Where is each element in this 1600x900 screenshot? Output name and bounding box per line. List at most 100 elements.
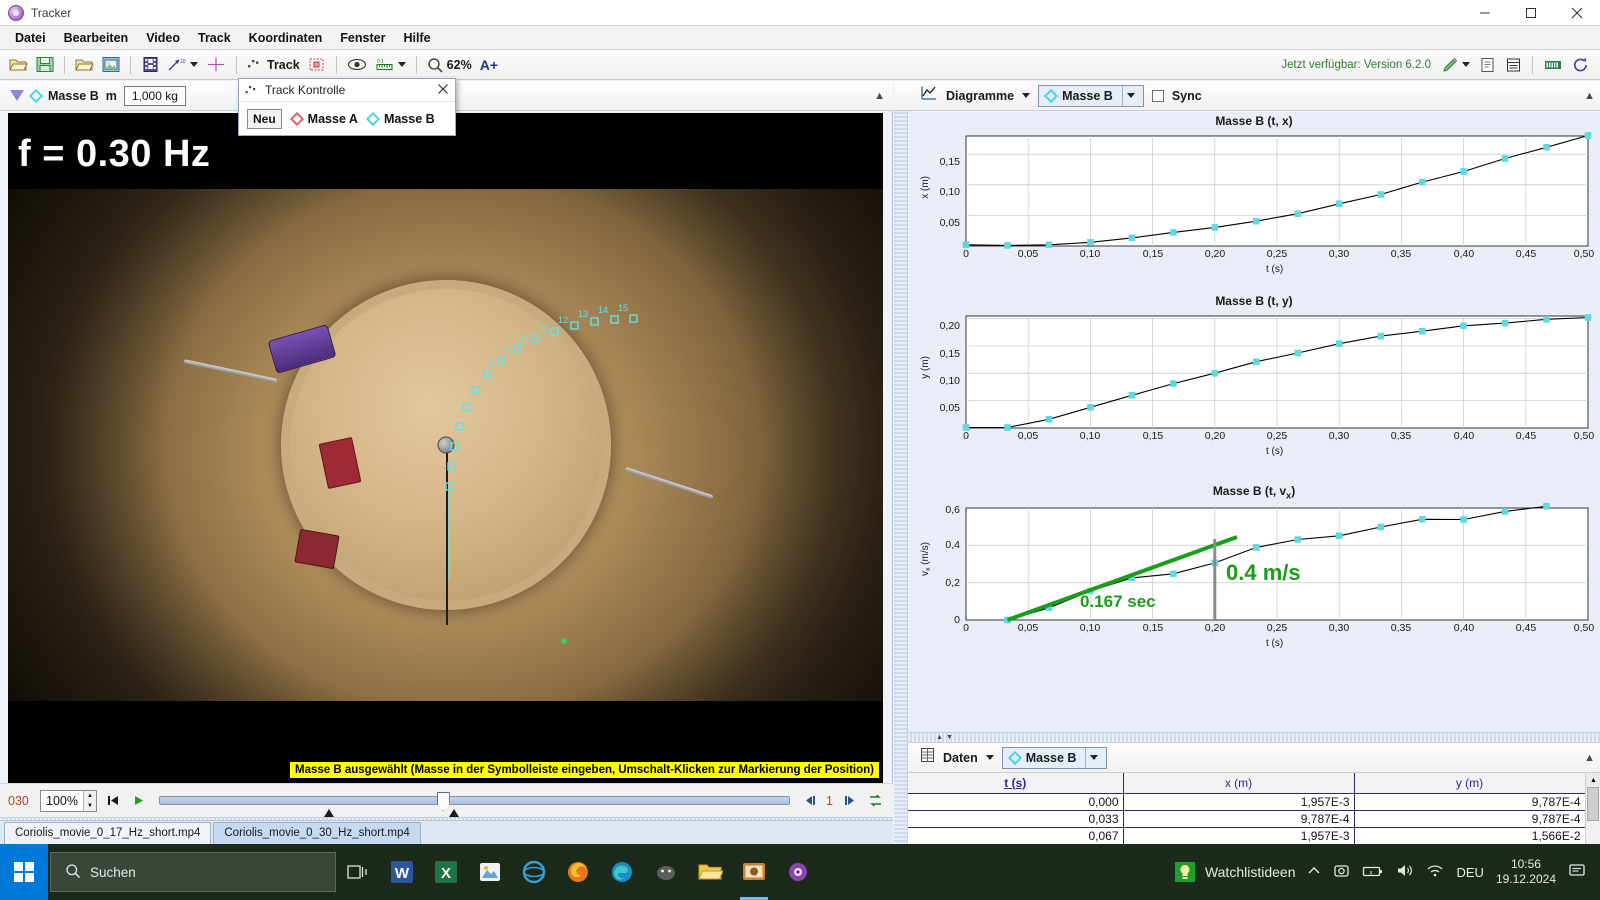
- visibility-icon[interactable]: [344, 53, 370, 77]
- tray-app-watchlistideen[interactable]: Watchlistideen: [1174, 861, 1295, 883]
- battery-icon[interactable]: x: [1362, 864, 1384, 881]
- plot-panel-collapse-icon[interactable]: ▲: [1584, 90, 1595, 102]
- scrub-slider-thumb[interactable]: [436, 792, 450, 811]
- scroll-up-icon[interactable]: ▲: [1586, 773, 1600, 787]
- windows-start-icon[interactable]: [0, 844, 48, 900]
- notes-icon[interactable]: [1475, 53, 1499, 77]
- chevron-down-icon[interactable]: [397, 62, 406, 67]
- refresh-icon[interactable]: [1568, 53, 1592, 77]
- column-header-x[interactable]: x (m): [1123, 773, 1355, 794]
- daten-chevron-down-icon[interactable]: [985, 755, 994, 760]
- right-panel-splitter-rail[interactable]: ◀ ▶: [894, 81, 908, 844]
- menu-video[interactable]: Video: [137, 28, 189, 48]
- close-icon[interactable]: [1554, 0, 1600, 26]
- ie-icon[interactable]: [512, 844, 556, 900]
- file-tab-2[interactable]: Coriolis_movie_0_30_Hz_short.mp4: [213, 822, 421, 844]
- table-row[interactable]: 0,067 1,957E-3 1,566E-2: [908, 827, 1586, 845]
- diagramme-menu-label[interactable]: Diagramme: [946, 89, 1014, 103]
- data-panel-splitter[interactable]: ▲ ▼: [908, 732, 1600, 743]
- step-forward-icon[interactable]: [839, 790, 859, 812]
- pencil-icon[interactable]: [1439, 53, 1473, 77]
- minimize-icon[interactable]: [1462, 0, 1508, 26]
- excel-icon[interactable]: X: [424, 844, 468, 900]
- plot-t-x[interactable]: Masse B (t, x) x (m) 0,05 0,10 0,15 0 0,…: [908, 112, 1600, 292]
- step-size-label[interactable]: 1: [826, 794, 833, 808]
- unknown-app-icon[interactable]: [644, 844, 688, 900]
- vector-icon[interactable]: 10: [164, 53, 201, 77]
- column-header-y[interactable]: y (m): [1354, 773, 1586, 794]
- maximize-icon[interactable]: [1508, 0, 1554, 26]
- video-zoom-stepper[interactable]: 100% ▲ ▼: [40, 789, 97, 812]
- zoom-control[interactable]: 62%: [424, 53, 475, 77]
- language-indicator[interactable]: DEU: [1456, 865, 1483, 880]
- paint-icon[interactable]: [468, 844, 512, 900]
- data-track-chevron-down-icon[interactable]: [1085, 747, 1102, 768]
- ruler-icon[interactable]: 0 1: [372, 53, 409, 77]
- plot-t-y[interactable]: Masse B (t, y) y (m) 0,05 0,10 0,15 0,20…: [908, 292, 1600, 482]
- chevron-down-icon[interactable]: [1462, 62, 1470, 67]
- column-header-t[interactable]: t (s): [908, 773, 1124, 794]
- data-track-selector[interactable]: Masse B: [1001, 746, 1108, 769]
- menu-bearbeiten[interactable]: Bearbeiten: [55, 28, 138, 48]
- video-scrub-slider[interactable]: [158, 792, 791, 817]
- loop-icon[interactable]: [865, 790, 885, 812]
- video-viewport[interactable]: f = 0.30 Hz 8 9 10 11 12 13 14 15: [8, 113, 883, 783]
- scrollbar-thumb[interactable]: [1587, 787, 1599, 821]
- word-icon[interactable]: W: [380, 844, 424, 900]
- daten-menu-label[interactable]: Daten: [943, 751, 978, 765]
- data-splitter-down-icon[interactable]: ▼: [946, 734, 953, 741]
- open-video-icon[interactable]: [72, 53, 97, 77]
- open-folder-icon[interactable]: [6, 53, 31, 77]
- menu-fenster[interactable]: Fenster: [331, 28, 394, 48]
- plot-t-vx[interactable]: Masse B (t, vx) a = 2.40 m/s² vx (m/s): [908, 482, 1600, 672]
- media-app-icon[interactable]: [776, 844, 820, 900]
- edge-icon[interactable]: [600, 844, 644, 900]
- file-explorer-icon[interactable]: [688, 844, 732, 900]
- sync-checkbox[interactable]: [1151, 89, 1164, 102]
- play-icon[interactable]: [129, 790, 149, 812]
- chevron-down-icon[interactable]: [190, 62, 198, 67]
- taskbar-clock[interactable]: 10:56 19.12.2024: [1496, 857, 1556, 887]
- file-tab-1[interactable]: Coriolis_movie_0_17_Hz_short.mp4: [4, 822, 212, 844]
- step-back-icon[interactable]: [800, 790, 820, 812]
- volume-icon[interactable]: [1396, 863, 1414, 881]
- new-track-button[interactable]: Neu: [247, 108, 282, 129]
- track-item-masse-b[interactable]: Masse B: [365, 111, 435, 126]
- memory-icon[interactable]: [1540, 53, 1566, 77]
- video-zoom-spin-arrows[interactable]: ▲ ▼: [82, 790, 96, 811]
- spin-up-icon[interactable]: ▲: [83, 790, 96, 801]
- menu-koordinaten[interactable]: Koordinaten: [240, 28, 332, 48]
- video-panel-collapse-icon[interactable]: ▲: [874, 90, 885, 102]
- menu-hilfe[interactable]: Hilfe: [394, 28, 439, 48]
- chevron-up-icon[interactable]: [1307, 864, 1321, 881]
- camera-icon[interactable]: [1333, 863, 1350, 881]
- menu-datei[interactable]: Datei: [6, 28, 55, 48]
- plot-track-selector[interactable]: Masse B: [1038, 84, 1144, 107]
- diagramme-chevron-down-icon[interactable]: [1022, 93, 1031, 98]
- notification-icon[interactable]: [1568, 862, 1588, 883]
- table-row[interactable]: 0,033 9,787E-4 9,787E-4: [908, 810, 1586, 828]
- tracker-app-icon[interactable]: [732, 844, 776, 900]
- filmstrip-icon[interactable]: [138, 53, 162, 77]
- table-row[interactable]: 0,000 1,957E-3 9,787E-4: [908, 793, 1586, 811]
- wifi-icon[interactable]: [1426, 863, 1444, 881]
- task-view-icon[interactable]: [336, 844, 380, 900]
- spin-down-icon[interactable]: ▼: [83, 800, 96, 811]
- data-panel-collapse-icon[interactable]: ▲: [1584, 752, 1595, 764]
- track-menu-triangle-icon[interactable]: [10, 90, 24, 101]
- firefox-icon[interactable]: [556, 844, 600, 900]
- track-item-masse-a[interactable]: Masse A: [289, 111, 358, 126]
- data-splitter-up-icon[interactable]: ▲: [936, 734, 943, 741]
- menu-track[interactable]: Track: [189, 28, 240, 48]
- calibration-icon[interactable]: [305, 53, 329, 77]
- track-control-close-icon[interactable]: [437, 83, 449, 98]
- update-notice[interactable]: Jetzt verfügbar: Version 6.2.0: [1281, 59, 1431, 71]
- track-button[interactable]: Track: [244, 53, 303, 77]
- plot-track-chevron-down-icon[interactable]: [1121, 85, 1139, 106]
- axes-icon[interactable]: [203, 53, 229, 77]
- taskbar-search-input[interactable]: Suchen: [50, 852, 336, 892]
- save-image-icon[interactable]: [99, 53, 123, 77]
- save-icon[interactable]: [33, 53, 57, 77]
- font-size-icon[interactable]: A+: [477, 53, 501, 77]
- data-table-icon[interactable]: [1501, 53, 1525, 77]
